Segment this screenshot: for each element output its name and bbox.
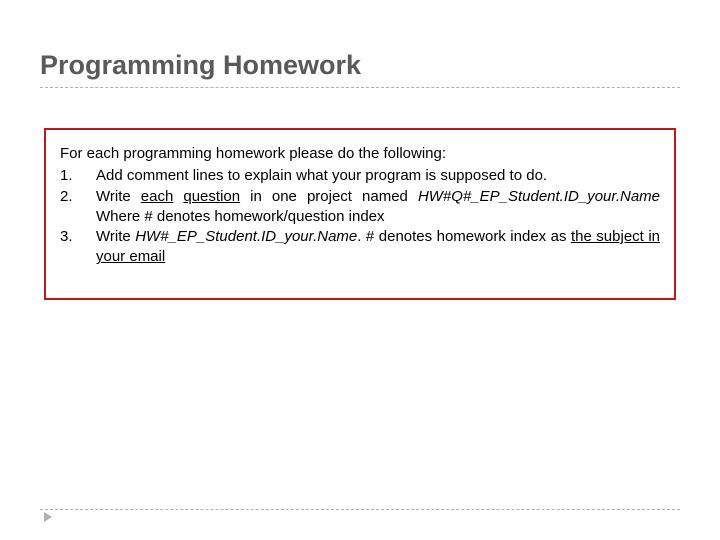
title-divider [40,87,680,88]
footer-divider [40,509,680,510]
slide-title: Programming Homework [40,50,680,81]
underline-text: question [183,188,240,205]
item-text: Write [96,228,135,245]
item-text: Write [96,188,141,205]
item-text [173,188,183,205]
intro-text: For each programming homework please do … [60,144,660,164]
underline-text: each [141,188,174,205]
list-item: Add comment lines to explain what your p… [60,166,660,186]
italic-text: HW#Q#_EP_Student.ID_your.Name [418,188,660,205]
list-item: Write each question in one project named… [60,187,660,228]
italic-text: HW#_EP_Student.ID_your.Name [135,228,357,245]
item-text: in one project named [240,188,418,205]
bullet-marker-icon [44,512,52,522]
content-box: For each programming homework please do … [44,128,676,300]
instruction-list: Add comment lines to explain what your p… [60,166,660,267]
item-text: Where # denotes homework/question index [96,208,385,225]
item-text: . # denotes homework index as [357,228,571,245]
list-item: Write HW#_EP_Student.ID_your.Name. # den… [60,227,660,268]
item-text: Add comment lines to explain what your p… [96,167,547,184]
